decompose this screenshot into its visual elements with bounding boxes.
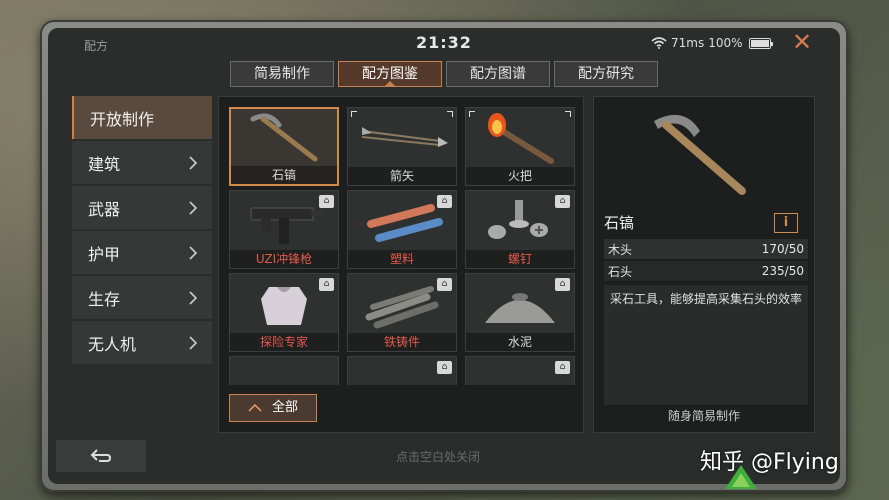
uzi-icon <box>250 207 323 244</box>
chevron-right-icon <box>189 290 198 305</box>
sidebar-item-label: 无人机 <box>88 334 137 354</box>
cone-icon <box>401 384 403 385</box>
filter-all-label: 全部 <box>271 400 298 415</box>
sidebar-item-label: 武器 <box>88 199 121 219</box>
triangle-icon <box>248 404 262 412</box>
recipe-item-cement[interactable]: ⌂ 水泥 <box>465 273 575 352</box>
clock: 21:32 <box>416 33 472 52</box>
recipe-screen: 配方 21:32 71ms 100% ✕ 简易制作 配方图鉴 配方图谱 配方研究 <box>48 28 840 484</box>
battery-icon <box>748 37 773 49</box>
recipe-grid: 石镐 箭矢 火把 ⌂ UZI冲锋枪 ⌂ 塑料 ⌂ 螺钉 ⌂ 探险专家 ⌂ 铁铸件… <box>229 107 577 385</box>
detail-item-name: 石镐 <box>604 214 635 232</box>
tab-recipe-atlas[interactable]: 配方图谱 <box>446 61 550 87</box>
item-label: 箭矢 <box>348 167 456 185</box>
filter-all-button[interactable]: 全部 <box>229 394 317 422</box>
recipe-item-explorer-armor[interactable]: ⌂ 探险专家 <box>229 273 339 352</box>
arrow-icon <box>361 126 448 147</box>
recipe-item-uzi[interactable]: ⌂ UZI冲锋枪 <box>229 190 339 269</box>
chevron-right-icon <box>189 245 198 260</box>
pickaxe-icon <box>250 113 318 161</box>
wifi-icon <box>651 37 667 49</box>
sidebar-item-label: 护甲 <box>88 244 121 264</box>
item-label: 水泥 <box>466 333 574 351</box>
sidebar-item-drone[interactable]: 无人机 <box>72 321 212 364</box>
sidebar-item-building[interactable]: 建筑 <box>72 141 212 184</box>
sidebar-item-armor[interactable]: 护甲 <box>72 231 212 274</box>
recipe-item-partial[interactable] <box>229 356 339 385</box>
recipe-item-partial[interactable]: ⌂ <box>465 356 575 385</box>
pickaxe-preview-icon <box>654 114 746 195</box>
status-indicators: 71ms 100% <box>651 36 773 50</box>
recipe-item-partial[interactable]: ⌂ <box>347 356 457 385</box>
sidebar-item-survival[interactable]: 生存 <box>72 276 212 319</box>
material-name: 石头 <box>608 264 633 279</box>
back-arrow-icon <box>90 449 112 462</box>
recipe-item-iron-casting[interactable]: ⌂ 铁铸件 <box>347 273 457 352</box>
chevron-right-icon <box>189 155 198 170</box>
torch-icon <box>488 112 554 164</box>
wood-pile-icon <box>480 367 560 386</box>
close-icon[interactable]: ✕ <box>790 30 814 55</box>
item-label: 铁铸件 <box>348 333 456 351</box>
tab-recipe-research[interactable]: 配方研究 <box>554 61 658 87</box>
armor-icon <box>261 286 307 325</box>
recipe-item-plastic[interactable]: ⌂ 塑料 <box>347 190 457 269</box>
recipe-detail-panel: 石镐 i 木头 170/50 石头 235/50 采石工具，能够提高采集石头的效… <box>593 96 815 433</box>
back-button[interactable] <box>56 440 146 472</box>
tab-bar: 简易制作 配方图鉴 配方图谱 配方研究 <box>230 61 658 87</box>
screw-icon <box>488 199 548 239</box>
device-frame: 配方 21:32 71ms 100% ✕ 简易制作 配方图鉴 配方图谱 配方研究 <box>40 20 848 492</box>
sidebar-item-label: 建筑 <box>88 154 121 174</box>
tab-simple-craft[interactable]: 简易制作 <box>230 61 334 87</box>
recipe-item-pickaxe[interactable]: 石镐 <box>229 107 339 186</box>
material-row: 石头 235/50 <box>604 261 808 281</box>
recipe-item-arrow[interactable]: 箭矢 <box>347 107 457 186</box>
recipe-item-torch[interactable]: 火把 <box>465 107 575 186</box>
item-description: 采石工具，能够提高采集石头的效率 <box>604 285 808 405</box>
sidebar-item-open-craft[interactable]: 开放制作 <box>72 96 212 139</box>
plastic-icon <box>367 203 443 242</box>
sidebar-item-weapons[interactable]: 武器 <box>72 186 212 229</box>
chevron-right-icon <box>189 335 198 350</box>
info-icon[interactable]: i <box>774 213 798 233</box>
recipe-item-screw[interactable]: ⌂ 螺钉 <box>465 190 575 269</box>
sidebar-item-label: 开放制作 <box>90 109 155 129</box>
item-label: 探险专家 <box>230 333 338 351</box>
battery-value: 100% <box>708 36 743 50</box>
item-label: 石镐 <box>231 166 337 184</box>
item-label: UZI冲锋枪 <box>230 250 338 268</box>
stone-ball-icon <box>254 367 314 386</box>
material-amount: 170/50 <box>761 242 804 256</box>
chevron-right-icon <box>189 200 198 215</box>
status-bar: 配方 21:32 71ms 100% ✕ <box>48 28 840 60</box>
watermark-text: 知乎 @Flying <box>700 450 839 475</box>
cement-icon <box>485 292 555 323</box>
tab-recipe-catalog[interactable]: 配方图鉴 <box>338 61 442 87</box>
category-sidebar: 开放制作 建筑 武器 护甲 生存 无人机 <box>72 96 212 366</box>
recipe-grid-panel: 石镐 箭矢 火把 ⌂ UZI冲锋枪 ⌂ 塑料 ⌂ 螺钉 ⌂ 探险专家 ⌂ 铁铸件… <box>218 96 584 433</box>
material-amount: 235/50 <box>761 264 804 278</box>
craft-location: 随身简易制作 <box>667 409 740 423</box>
site-logo-icon <box>725 465 757 489</box>
close-hint: 点击空白处关闭 <box>396 450 481 464</box>
iron-icon <box>365 285 439 328</box>
ping-value: 71ms <box>671 36 705 50</box>
material-name: 木头 <box>608 242 633 257</box>
item-label: 塑料 <box>348 250 456 268</box>
item-label: 火把 <box>466 167 574 185</box>
material-row: 木头 170/50 <box>604 239 808 259</box>
sidebar-item-label: 生存 <box>88 289 121 309</box>
item-label: 螺钉 <box>466 250 574 268</box>
window-title: 配方 <box>84 39 109 53</box>
